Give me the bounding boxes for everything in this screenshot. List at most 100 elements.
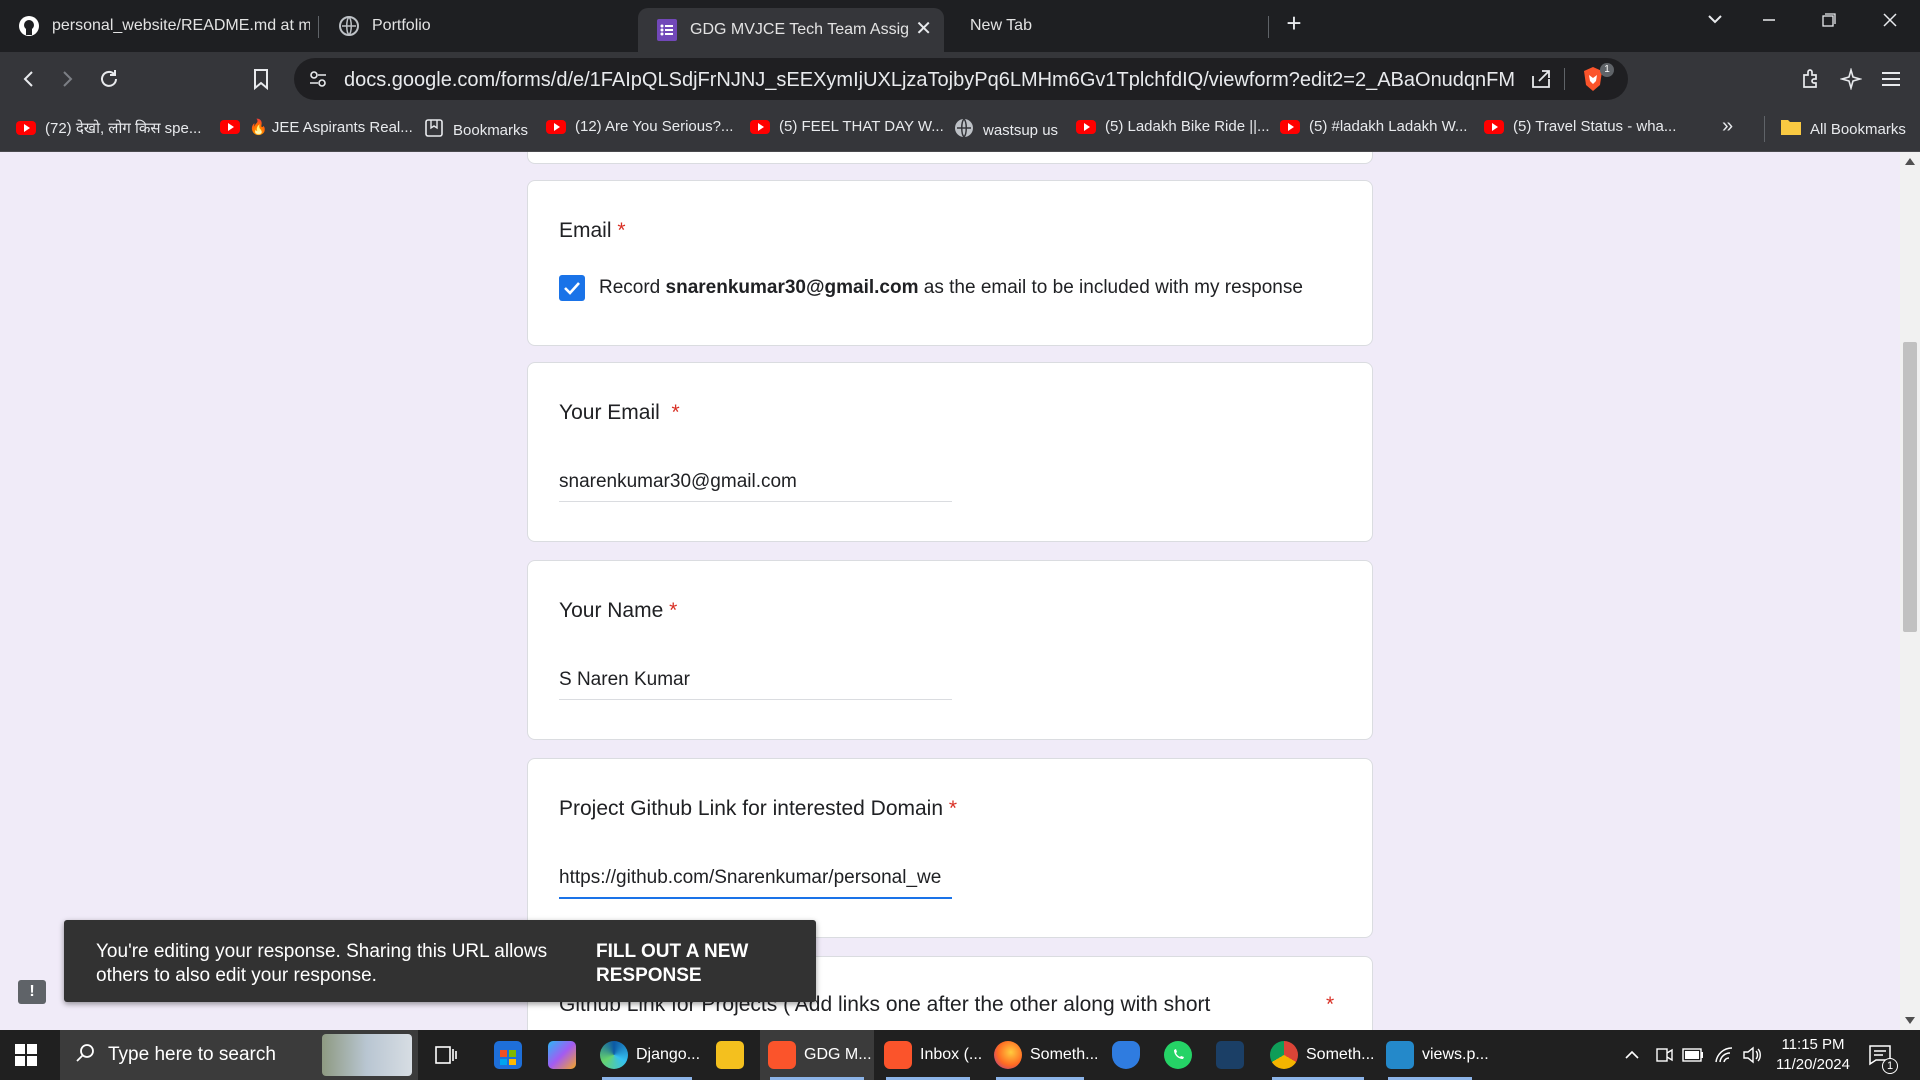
project-github-input[interactable]: https://github.com/Snarenkumar/personal_…: [559, 867, 952, 899]
notification-center-icon[interactable]: 1: [1868, 1030, 1898, 1080]
defender-icon[interactable]: [1112, 1041, 1140, 1069]
bookmark-item[interactable]: (5) #ladakh Ladakh W...: [1280, 118, 1467, 135]
taskbar-app-label: Inbox (...: [920, 1046, 983, 1063]
taskbar-clock[interactable]: 11:15 PM 11/20/2024: [1770, 1035, 1856, 1075]
bookmark-label: Bookmarks: [453, 121, 529, 139]
tab-title: Portfolio: [372, 17, 431, 34]
required-asterisk: *: [669, 599, 678, 622]
taskbar-app-gdg-brave[interactable]: GDG M...: [760, 1030, 874, 1080]
brave-icon: [768, 1041, 796, 1069]
clock-date: 11/20/2024: [1776, 1056, 1850, 1073]
edit-response-snackbar: You're editing your response. Sharing th…: [64, 920, 816, 1002]
leo-ai-icon[interactable]: [1836, 64, 1866, 94]
mysql-workbench-icon[interactable]: [1216, 1041, 1244, 1069]
taskbar-app-label: GDG M...: [804, 1046, 872, 1063]
menu-icon[interactable]: [1876, 64, 1906, 94]
page-scrollbar[interactable]: [1900, 152, 1920, 1030]
whatsapp-icon[interactable]: [1164, 1041, 1192, 1069]
bookmark-item[interactable]: (12) Are You Serious?...: [546, 118, 733, 135]
taskbar-app-edge[interactable]: Django...: [592, 1030, 702, 1080]
omnibox-divider: [1564, 68, 1565, 90]
your-name-input[interactable]: S Naren Kumar: [559, 669, 952, 700]
bookmarks-divider: [1764, 116, 1765, 142]
brave-icon: [884, 1041, 912, 1069]
scroll-up-icon[interactable]: [1905, 158, 1915, 165]
bookmark-page-icon[interactable]: [246, 64, 276, 94]
bookmark-item[interactable]: (72) देखो, लोग किस spe...: [16, 118, 201, 138]
report-feedback-icon[interactable]: !: [18, 980, 46, 1004]
checkmark-icon: [564, 282, 580, 295]
tab-search-chevron-icon[interactable]: [1700, 10, 1730, 33]
email-card: Email * Record snarenkumar30@gmail.com a…: [527, 180, 1373, 346]
taskbar-search-box[interactable]: Type here to search: [60, 1030, 418, 1080]
question-label: Your Email: [559, 401, 660, 424]
windows-start-icon[interactable]: [14, 1030, 38, 1080]
form-page: Email * Record snarenkumar30@gmail.com a…: [0, 152, 1900, 1030]
question-label: Project Github Link for interested Domai…: [559, 797, 944, 820]
tab-title: GDG MVJCE Tech Team Assignmen: [690, 21, 910, 38]
previous-card: [527, 152, 1373, 164]
record-email-checkbox[interactable]: [559, 275, 585, 301]
minimize-icon[interactable]: [1754, 10, 1784, 33]
question-title: Your Name *: [559, 599, 677, 623]
bookmarks-overflow-icon[interactable]: »: [1722, 115, 1733, 138]
tab-title: personal_website/README.md at main: [52, 17, 310, 34]
scroll-down-icon[interactable]: [1905, 1017, 1915, 1024]
youtube-icon: [1076, 119, 1096, 134]
taskbar-app-inbox-brave[interactable]: Inbox (...: [876, 1030, 983, 1080]
restore-icon[interactable]: [1814, 10, 1844, 33]
record-email-label[interactable]: Record snarenkumar30@gmail.com as the em…: [599, 277, 1303, 299]
snackbar-message: You're editing your response. Sharing th…: [96, 941, 548, 986]
bookmark-item[interactable]: 🔥 JEE Aspirants Real...: [220, 118, 413, 136]
reload-icon[interactable]: [94, 64, 124, 94]
all-bookmarks[interactable]: All Bookmarks: [1780, 118, 1906, 140]
record-prefix: Record: [599, 277, 661, 298]
fill-new-response-button[interactable]: FILL OUT A NEW RESPONSE: [596, 940, 766, 988]
tab-new-tab[interactable]: New Tab: [952, 6, 1252, 46]
scrollbar-thumb[interactable]: [1903, 342, 1917, 632]
microsoft-store-icon[interactable]: [494, 1041, 522, 1069]
url-text: docs.google.com/forms/d/e/1FAIpQLSdjFrNJ…: [344, 69, 1514, 91]
tab-gdg-form[interactable]: GDG MVJCE Tech Team Assignmen ✕: [638, 8, 944, 52]
extensions-icon[interactable]: [1796, 64, 1826, 94]
folder-icon: [1780, 118, 1802, 140]
copilot-icon[interactable]: [548, 1041, 576, 1069]
wifi-icon[interactable]: [1714, 1030, 1734, 1080]
question-title: Your Email *: [559, 401, 680, 425]
back-arrow-icon[interactable]: [14, 64, 44, 94]
taskbar-app-chrome[interactable]: Someth...: [1262, 1030, 1374, 1080]
volume-icon[interactable]: [1742, 1030, 1762, 1080]
close-tab-icon[interactable]: ✕: [915, 18, 932, 40]
bookmark-item[interactable]: (5) Travel Status - wha...: [1484, 118, 1676, 135]
taskbar-app-vscode[interactable]: views.p...: [1378, 1030, 1489, 1080]
youtube-icon: [1280, 119, 1300, 134]
firefox-icon: [994, 1041, 1022, 1069]
bookmark-item[interactable]: (5) Ladakh Bike Ride ||...: [1076, 118, 1270, 135]
tab-github[interactable]: personal_website/README.md at main: [0, 6, 320, 46]
vscode-icon: [1386, 1041, 1414, 1069]
record-email-address: snarenkumar30@gmail.com: [665, 277, 919, 298]
clock-time: 11:15 PM: [1781, 1036, 1845, 1053]
youtube-icon: [220, 120, 240, 134]
file-explorer-icon[interactable]: [716, 1041, 744, 1069]
address-bar[interactable]: docs.google.com/forms/d/e/1FAIpQLSdjFrNJ…: [294, 58, 1628, 100]
battery-icon[interactable]: [1682, 1030, 1704, 1080]
share-icon[interactable]: [1530, 68, 1552, 95]
task-view-icon[interactable]: [434, 1030, 458, 1080]
your-email-input[interactable]: snarenkumar30@gmail.com: [559, 471, 952, 502]
forward-arrow-icon[interactable]: [52, 64, 82, 94]
bookmark-item[interactable]: wastsup us: [954, 118, 1058, 142]
bookmark-item[interactable]: (5) FEEL THAT DAY W...: [750, 118, 944, 135]
edge-icon: [600, 1041, 628, 1069]
tab-title: New Tab: [970, 17, 1032, 34]
meet-now-icon[interactable]: [1654, 1030, 1674, 1080]
close-window-icon[interactable]: [1875, 10, 1905, 33]
bookmarks-bar: (72) देखो, लोग किस spe... 🔥 JEE Aspirant…: [0, 106, 1920, 152]
new-tab-button[interactable]: +: [1279, 8, 1309, 39]
tab-portfolio[interactable]: Portfolio: [320, 6, 620, 46]
site-settings-icon[interactable]: [308, 69, 328, 94]
required-asterisk: *: [671, 401, 680, 424]
bookmark-item[interactable]: Bookmarks: [424, 118, 528, 142]
taskbar-app-firefox[interactable]: Someth...: [986, 1030, 1098, 1080]
show-hidden-icons-chevron-icon[interactable]: [1624, 1030, 1640, 1080]
